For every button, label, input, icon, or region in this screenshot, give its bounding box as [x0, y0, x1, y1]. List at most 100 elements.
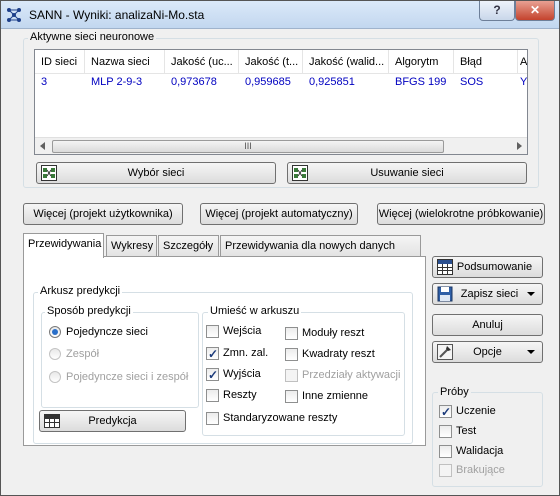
sample-validation-label: Walidacja: [456, 445, 504, 457]
networks-list[interactable]: ID sieci Nazwa sieci Jakość (uc... Jakoś…: [34, 49, 528, 155]
radio-dot: [49, 371, 61, 383]
save-networks-button[interactable]: Zapisz sieci: [432, 283, 543, 305]
col-activation[interactable]: A: [518, 50, 527, 74]
sample-training-label: Uczenie: [456, 405, 496, 417]
window-title: SANN - Wyniki: analizaNi-Mo.sta: [29, 8, 205, 22]
help-button[interactable]: ?: [479, 1, 515, 21]
sann-app-icon: [7, 8, 21, 22]
place-activation-intervals-checkbox[interactable]: Przedziały aktywacji: [285, 367, 403, 383]
place-outputs-label: Wyjścia: [223, 368, 261, 380]
cell-activation: Y: [520, 76, 527, 88]
place-outputs-checkbox[interactable]: Wyjścia: [206, 366, 276, 383]
col-error[interactable]: Błąd: [454, 50, 518, 74]
prediction-sheet-legend: Arkusz predykcji: [38, 285, 123, 297]
sample-training-checkbox[interactable]: Uczenie: [439, 403, 529, 420]
more-multi-sampling-button[interactable]: Więcej (wielokrotne próbkowanie): [377, 203, 545, 225]
options-label: Opcje: [473, 346, 502, 358]
place-squared-residuals-checkbox[interactable]: Kwadraty reszt: [285, 346, 395, 362]
predict-button[interactable]: Predykcja: [39, 410, 186, 432]
standardized-residuals-checkbox[interactable]: Standaryzowane reszty: [206, 410, 356, 426]
list-header: ID sieci Nazwa sieci Jakość (uc... Jakoś…: [35, 50, 527, 74]
checkbox-box: [439, 464, 452, 477]
checkbox-box: [206, 346, 219, 362]
tab-details[interactable]: Szczegóły: [158, 235, 219, 257]
scroll-thumb[interactable]: III: [52, 140, 444, 153]
checkbox-box: [439, 404, 452, 420]
checkbox-box: [285, 390, 298, 403]
scroll-right-icon[interactable]: [517, 142, 522, 150]
sample-missing-label: Brakujące: [456, 464, 505, 476]
chevron-down-icon: [527, 350, 535, 354]
select-network-button[interactable]: Wybór sieci: [36, 162, 276, 184]
method-single-and-ensemble-label: Pojedyncze sieci i zespół: [66, 371, 189, 383]
close-button[interactable]: ✕: [515, 1, 555, 21]
place-residuals-label: Reszty: [223, 389, 257, 401]
remove-network-button[interactable]: Usuwanie sieci: [287, 162, 527, 184]
table-row[interactable]: 3 MLP 2-9-3 0,973678 0,959685 0,925851 B…: [35, 74, 527, 91]
select-network-label: Wybór sieci: [127, 167, 185, 179]
place-in-sheet-legend: Umieść w arkuszu: [208, 305, 302, 317]
method-single-radio[interactable]: Pojedyncze sieci: [49, 324, 189, 340]
col-network-name[interactable]: Nazwa sieci: [85, 50, 165, 74]
method-single-label: Pojedyncze sieci: [66, 326, 148, 338]
cell-network-id: 3: [41, 76, 48, 88]
place-abs-residuals-label: Moduły reszt: [302, 327, 365, 339]
remove-network-label: Usuwanie sieci: [370, 167, 444, 179]
col-quality-train[interactable]: Jakość (uc...: [165, 50, 239, 74]
active-networks-legend: Aktywne sieci neuronowe: [28, 31, 157, 43]
checkbox-box: [206, 412, 219, 425]
tab-new-data-predictions[interactable]: Przewidywania dla nowych danych: [220, 235, 421, 257]
place-activation-intervals-label: Przedziały aktywacji: [302, 369, 401, 381]
place-residuals-checkbox[interactable]: Reszty: [206, 387, 276, 403]
col-quality-valid[interactable]: Jakość (walid...: [303, 50, 389, 74]
remove-network-icon: [292, 165, 308, 181]
predict-label: Predykcja: [88, 415, 137, 427]
place-inputs-checkbox[interactable]: Wejścia: [206, 323, 276, 339]
method-ensemble-label: Zespół: [66, 348, 100, 360]
checkbox-box: [285, 327, 298, 340]
cell-error: SOS: [460, 76, 484, 88]
scroll-left-icon[interactable]: [40, 142, 45, 150]
checkbox-box: [206, 389, 219, 402]
cell-network-name: MLP 2-9-3: [91, 76, 143, 88]
horizontal-scrollbar[interactable]: III: [35, 137, 527, 154]
predictions-panel: Arkusz predykcji Sposób predykcji Pojedy…: [23, 256, 426, 446]
checkbox-box: [285, 369, 298, 382]
options-button[interactable]: Opcje: [432, 341, 543, 363]
more-user-design-button[interactable]: Więcej (projekt użytkownika): [23, 203, 183, 225]
checkbox-box: [439, 425, 452, 438]
samples-legend: Próby: [438, 386, 471, 398]
summary-button[interactable]: Podsumowanie: [432, 256, 543, 278]
col-network-id[interactable]: ID sieci: [35, 50, 85, 74]
place-other-variables-checkbox[interactable]: Inne zmienne: [285, 388, 395, 404]
more-auto-design-button[interactable]: Więcej (projekt automatyczny): [200, 203, 358, 225]
cell-algorithm: BFGS 199: [395, 76, 447, 88]
col-algorithm[interactable]: Algorytm: [389, 50, 454, 74]
col-quality-test[interactable]: Jakość (t...: [239, 50, 303, 74]
method-single-and-ensemble-radio[interactable]: Pojedyncze sieci i zespół: [49, 369, 194, 385]
scroll-grip: III: [244, 141, 252, 151]
sample-validation-checkbox[interactable]: Walidacja: [439, 443, 529, 459]
spreadsheet-icon: [44, 414, 60, 428]
checkbox-box: [285, 348, 298, 361]
place-squared-residuals-label: Kwadraty reszt: [302, 348, 375, 360]
cell-quality-train: 0,973678: [171, 76, 217, 88]
prediction-method-legend: Sposób predykcji: [45, 305, 133, 317]
standardized-residuals-label: Standaryzowane reszty: [223, 412, 338, 424]
place-other-variables-label: Inne zmienne: [302, 390, 369, 402]
chevron-down-icon: [527, 292, 535, 296]
place-inputs-label: Wejścia: [223, 325, 262, 337]
save-disk-icon: [437, 286, 453, 302]
radio-dot: [49, 326, 61, 338]
place-abs-residuals-checkbox[interactable]: Moduły reszt: [285, 325, 395, 341]
method-ensemble-radio[interactable]: Zespół: [49, 346, 189, 362]
sample-test-checkbox[interactable]: Test: [439, 423, 529, 439]
place-dependent-checkbox[interactable]: Zmn. zal.: [206, 345, 276, 362]
sample-test-label: Test: [456, 425, 477, 437]
cancel-button[interactable]: Anuluj: [432, 314, 543, 336]
tab-predictions[interactable]: Przewidywania: [23, 233, 104, 258]
options-icon: [437, 344, 453, 360]
sample-missing-checkbox[interactable]: Brakujące: [439, 462, 529, 478]
tab-charts[interactable]: Wykresy: [106, 235, 157, 257]
place-dependent-label: Zmn. zal.: [223, 347, 269, 359]
